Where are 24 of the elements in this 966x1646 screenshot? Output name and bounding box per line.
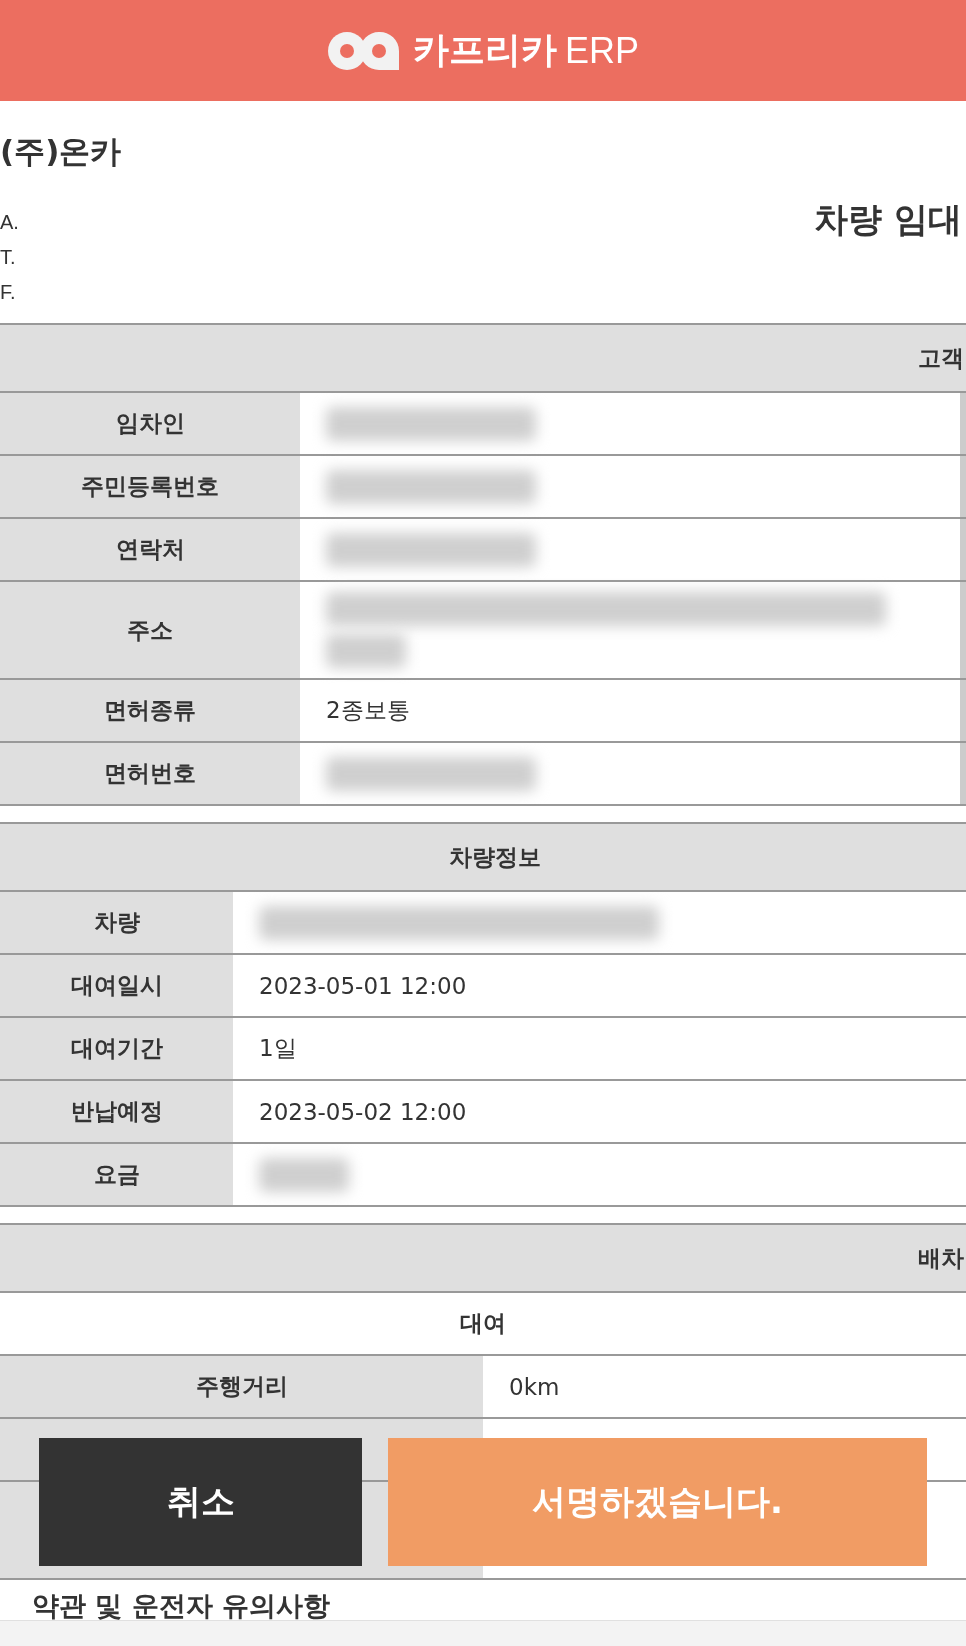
brand-suffix: ERP [565, 29, 639, 72]
row-label: 주소 [0, 582, 300, 678]
document-title: 차량 임대 [814, 198, 962, 241]
row-label: 반납예정 [0, 1081, 233, 1142]
row-label: 주행거리 [0, 1356, 483, 1417]
brand-name: 카프리카 [413, 28, 557, 72]
contact-label: F. [0, 280, 16, 305]
row-label: 요금 [0, 1144, 233, 1205]
row-label: 연락처 [0, 519, 300, 580]
row-label: 차량 [0, 892, 233, 953]
row-label: 임차인 [0, 393, 300, 454]
section-header: 차량정보 [0, 824, 966, 892]
row-label: 주민등록번호 [0, 456, 300, 517]
row-label: 대여기간 [0, 1018, 233, 1079]
contact-label: A. [0, 210, 19, 235]
cancel-button[interactable]: 취소 [39, 1438, 362, 1566]
row-label: 면허번호 [0, 743, 300, 804]
terms-heading: 약관 및 운전자 유의사항 [32, 1589, 331, 1623]
company-name: (주)온카 [0, 132, 122, 171]
section-header: 배차 [0, 1225, 966, 1293]
contact-label: T. [0, 245, 16, 270]
section-header: 고객 [0, 325, 966, 393]
row-label: 대여일시 [0, 955, 233, 1016]
row-label: 면허종류 [0, 680, 300, 741]
